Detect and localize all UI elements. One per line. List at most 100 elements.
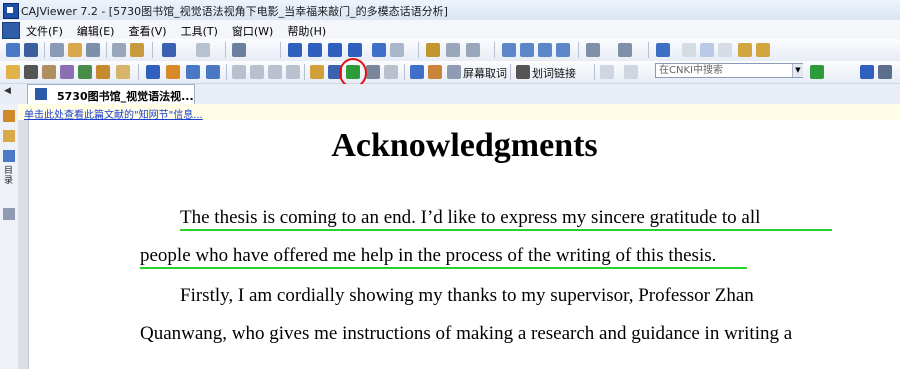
tab-label: 5730图书馆_视觉语法视... <box>57 90 194 103</box>
rotate-right-icon[interactable] <box>466 43 480 57</box>
image-select-icon[interactable] <box>60 65 74 79</box>
attachment-panel-icon[interactable] <box>3 208 15 220</box>
knowledge-icon[interactable] <box>250 65 264 79</box>
document-menu-icon[interactable] <box>2 22 20 39</box>
chevron-down-icon[interactable]: ▼ <box>792 64 803 77</box>
hand-tool-icon[interactable] <box>6 65 20 79</box>
annotation-panel-icon[interactable] <box>3 110 15 122</box>
fullscreen-icon[interactable] <box>656 43 670 57</box>
capture-icon[interactable] <box>410 65 424 79</box>
thumbnail-panel-icon[interactable] <box>3 150 15 162</box>
find-icon[interactable] <box>426 43 440 57</box>
info-bar: 单击此处查看此篇文献的"知网节"信息... <box>18 104 900 121</box>
single-page-icon[interactable] <box>502 43 516 57</box>
properties-icon[interactable] <box>232 43 246 57</box>
toolbar-divider <box>418 42 419 58</box>
page-gutter <box>18 120 29 369</box>
audio-icon[interactable] <box>286 65 300 79</box>
highlight-marker-icon[interactable] <box>310 65 324 79</box>
actual-size-icon[interactable] <box>682 43 696 57</box>
document-heading: Acknowledgments <box>331 127 598 164</box>
forward-icon[interactable] <box>390 43 404 57</box>
main-toolbar <box>0 39 900 62</box>
next-result-icon[interactable] <box>624 65 638 79</box>
layout-dropdown-icon[interactable] <box>586 43 600 57</box>
help-icon[interactable] <box>860 65 874 79</box>
rotate-left-icon[interactable] <box>446 43 460 57</box>
view-dropdown-icon[interactable] <box>618 43 632 57</box>
paste-icon[interactable] <box>130 43 144 57</box>
zoom-in-icon[interactable] <box>756 43 770 57</box>
settings-gear-icon[interactable] <box>268 65 282 79</box>
menu-tools[interactable]: 工具(T) <box>181 20 226 39</box>
eraser-icon[interactable] <box>366 65 380 79</box>
toolbar-divider <box>225 42 226 58</box>
bookmark-icon[interactable] <box>116 65 130 79</box>
menu-items: 文件(F) 编辑(E) 查看(V) 工具(T) 窗口(W) 帮助(H) <box>26 20 340 39</box>
knowledge-node-link[interactable]: 单击此处查看此篇文献的"知网节"信息... <box>24 106 203 121</box>
toolbar-divider <box>152 42 153 58</box>
prev-result-icon[interactable] <box>600 65 614 79</box>
fit-page-icon[interactable] <box>700 43 714 57</box>
text-line: Firstly, I am cordially showing my thank… <box>180 285 754 306</box>
line-tool-icon[interactable] <box>146 65 160 79</box>
toolbar-divider <box>280 42 281 58</box>
next-page-icon[interactable] <box>328 43 342 57</box>
menu-view[interactable]: 查看(V) <box>128 20 174 39</box>
text-line: people who have offered me help in the p… <box>140 245 717 266</box>
select-arrow-icon[interactable] <box>24 65 38 79</box>
menu-edit[interactable]: 编辑(E) <box>77 20 123 39</box>
save-icon[interactable] <box>24 43 38 57</box>
fit-width-page-icon[interactable] <box>718 43 732 57</box>
zoom-out-icon[interactable] <box>738 43 752 57</box>
document-icon <box>35 88 47 100</box>
annotation-manage-icon[interactable] <box>384 65 398 79</box>
highlight-underline <box>140 267 747 269</box>
print-icon[interactable] <box>50 43 64 57</box>
continuous-icon[interactable] <box>520 43 534 57</box>
toolbar-divider <box>44 42 45 58</box>
facing-icon[interactable] <box>538 43 552 57</box>
screen-word-icon[interactable] <box>447 65 461 79</box>
tab-document[interactable]: 5730图书馆_视觉语法视... <box>27 84 195 104</box>
redo-icon[interactable] <box>196 43 210 57</box>
link-icon[interactable] <box>516 65 530 79</box>
text-select-icon[interactable] <box>42 65 56 79</box>
toolbar-divider <box>648 42 649 58</box>
copy-page-icon[interactable] <box>86 43 100 57</box>
ellipse-icon[interactable] <box>206 65 220 79</box>
open-icon[interactable] <box>6 43 20 57</box>
tab-scroll-left-icon[interactable]: ◀ <box>4 86 11 96</box>
sidebar-item-toc[interactable]: 目录 <box>4 166 14 186</box>
back-icon[interactable] <box>372 43 386 57</box>
copy-icon[interactable] <box>112 43 126 57</box>
toolbar-divider <box>510 64 511 80</box>
toolbar-divider <box>594 64 595 80</box>
word-link-label[interactable]: 划词链接 <box>532 65 576 81</box>
window-title: CAJViewer 7.2 - [5730图书馆_视觉语法视角下电影_当幸福来敲… <box>21 5 448 18</box>
undo-icon[interactable] <box>162 43 176 57</box>
rectangle-icon[interactable] <box>186 65 200 79</box>
menu-help[interactable]: 帮助(H) <box>287 20 334 39</box>
screen-word-label[interactable]: 屏幕取词 <box>463 65 507 81</box>
first-page-icon[interactable] <box>288 43 302 57</box>
prev-page-icon[interactable] <box>308 43 322 57</box>
toolbar-divider <box>226 64 227 80</box>
mail-icon[interactable] <box>68 43 82 57</box>
pencil-icon[interactable] <box>166 65 180 79</box>
app-icon <box>3 3 19 19</box>
stamp-icon[interactable] <box>232 65 246 79</box>
fit-width-icon[interactable] <box>556 43 570 57</box>
menu-file[interactable]: 文件(F) <box>26 20 71 39</box>
last-page-icon[interactable] <box>348 43 362 57</box>
cnki-search-input[interactable]: 在CNKI中搜索 <box>655 63 803 78</box>
menu-window[interactable]: 窗口(W) <box>232 20 281 39</box>
ocr-icon[interactable] <box>78 65 92 79</box>
translate-icon[interactable] <box>428 65 442 79</box>
note-icon[interactable] <box>96 65 110 79</box>
search-go-icon[interactable] <box>810 65 824 79</box>
about-icon[interactable] <box>878 65 892 79</box>
pen-panel-icon[interactable] <box>3 130 15 142</box>
highlight-underline <box>180 229 832 231</box>
left-sidebar: 目录 <box>0 104 19 369</box>
